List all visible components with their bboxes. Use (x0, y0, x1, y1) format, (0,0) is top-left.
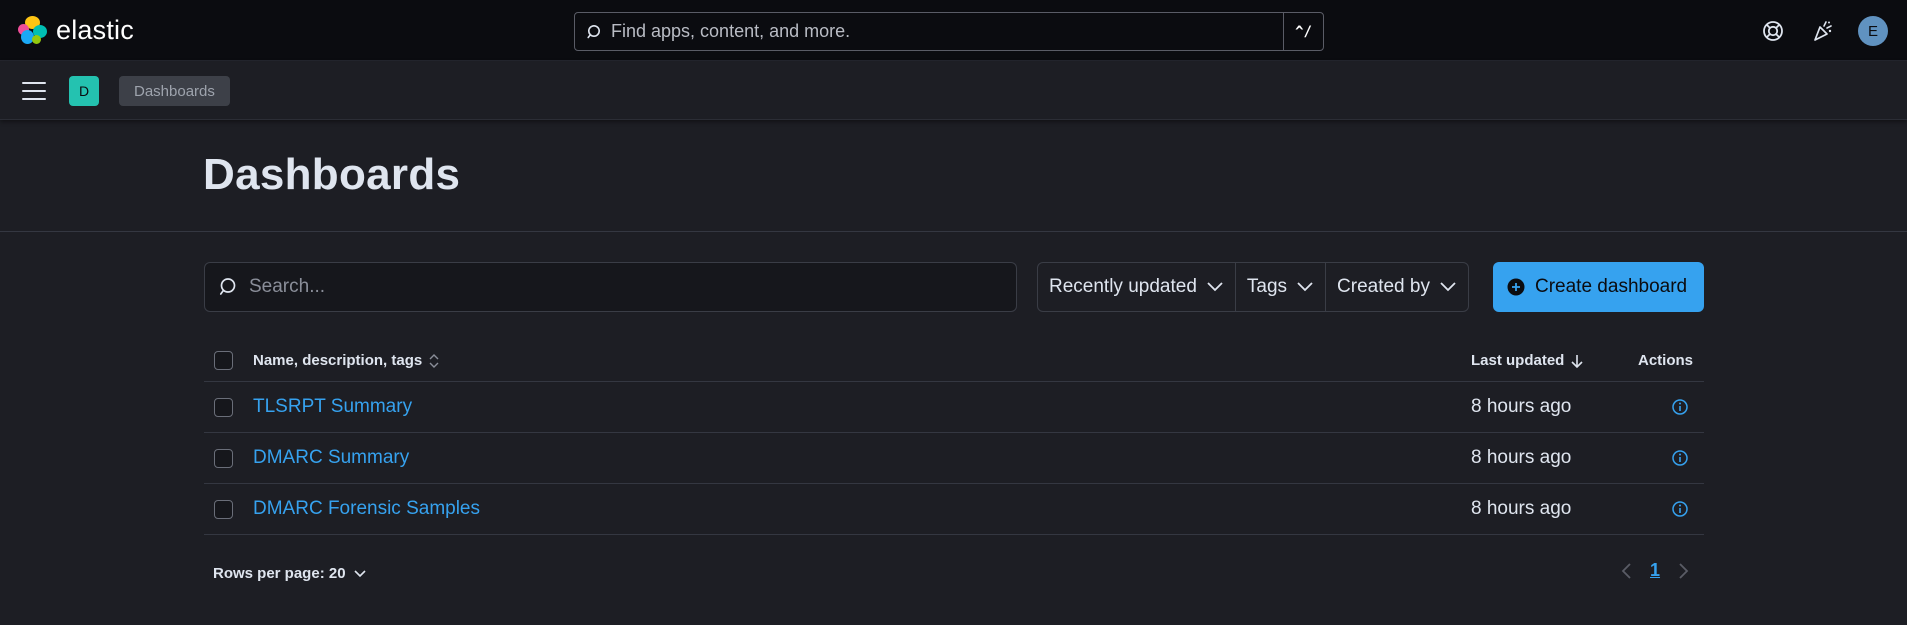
dashboard-link[interactable]: TLSRPT Summary (253, 396, 412, 418)
dashboard-link[interactable]: DMARC Forensic Samples (253, 498, 480, 520)
breadcrumb: Dashboards (119, 76, 230, 106)
created-by-filter-button[interactable]: Created by (1326, 263, 1468, 311)
rows-per-page-selector[interactable]: Rows per page: 20 (213, 565, 366, 582)
breadcrumb-bar: D Dashboards (0, 61, 1907, 120)
search-input[interactable] (239, 263, 1016, 311)
search-icon (587, 24, 600, 38)
sort-filter-label: Recently updated (1049, 276, 1197, 297)
table-row: DMARC Summary 8 hours ago (204, 433, 1704, 484)
last-updated-value: 8 hours ago (1471, 498, 1572, 519)
select-all-checkbox[interactable] (214, 351, 233, 370)
sort-filter-button[interactable]: Recently updated (1038, 263, 1236, 311)
create-dashboard-button[interactable]: Create dashboard (1493, 262, 1704, 312)
row-checkbox[interactable] (214, 397, 233, 417)
table-row: DMARC Forensic Samples 8 hours ago (204, 484, 1704, 535)
filter-group: Recently updated Tags Created by (1037, 262, 1469, 312)
elastic-logo-icon (18, 15, 48, 46)
info-icon[interactable] (1671, 449, 1689, 467)
created-by-filter-label: Created by (1337, 276, 1430, 297)
previous-page-icon[interactable] (1620, 562, 1632, 580)
logo-text: elastic (56, 15, 134, 45)
row-checkbox[interactable] (214, 499, 233, 519)
chevron-down-icon (1207, 282, 1223, 292)
space-selector[interactable]: D (69, 76, 99, 106)
info-icon[interactable] (1671, 500, 1689, 518)
actions-column-header: Actions (1638, 352, 1694, 369)
tags-filter-button[interactable]: Tags (1236, 263, 1327, 311)
next-page-icon[interactable] (1678, 562, 1690, 580)
sort-descending-icon (1571, 354, 1583, 368)
last-updated-column-header[interactable]: Last updated (1471, 352, 1584, 369)
last-updated-value: 8 hours ago (1471, 447, 1572, 468)
dashboard-link[interactable]: DMARC Summary (253, 447, 409, 469)
sortable-icon (429, 353, 439, 368)
global-search-input[interactable] (603, 13, 1283, 50)
row-checkbox[interactable] (214, 448, 233, 468)
page-title: Dashboards (203, 150, 461, 199)
create-dashboard-label: Create dashboard (1535, 276, 1688, 297)
chevron-down-icon (1297, 282, 1313, 292)
rows-per-page-label: Rows per page: 20 (213, 565, 346, 582)
top-header: elastic ^/ E (0, 0, 1907, 61)
news-feed-icon[interactable] (1809, 17, 1837, 45)
chevron-down-icon (1440, 282, 1456, 292)
info-icon[interactable] (1671, 398, 1689, 416)
page-header: Dashboards (0, 120, 1907, 232)
name-column-header[interactable]: Name, description, tags (253, 352, 440, 369)
tags-filter-label: Tags (1246, 276, 1288, 297)
elastic-logo[interactable]: elastic (18, 15, 134, 46)
page-number-button[interactable]: 1 (1650, 560, 1660, 581)
search-icon (219, 278, 236, 295)
chevron-down-icon (353, 569, 366, 577)
help-icon[interactable] (1759, 17, 1787, 45)
plus-circle-icon (1507, 278, 1525, 296)
dashboard-search[interactable] (204, 262, 1017, 312)
last-updated-value: 8 hours ago (1471, 396, 1572, 417)
search-shortcut-hint: ^/ (1283, 13, 1323, 50)
user-avatar[interactable]: E (1858, 16, 1888, 46)
table-row: TLSRPT Summary 8 hours ago (204, 382, 1704, 433)
pagination: 1 (1620, 560, 1690, 581)
menu-icon[interactable] (20, 78, 48, 104)
dashboards-table: Name, description, tags Last updated Act… (204, 340, 1704, 535)
table-header: Name, description, tags Last updated Act… (204, 340, 1704, 382)
global-search[interactable]: ^/ (574, 12, 1324, 51)
